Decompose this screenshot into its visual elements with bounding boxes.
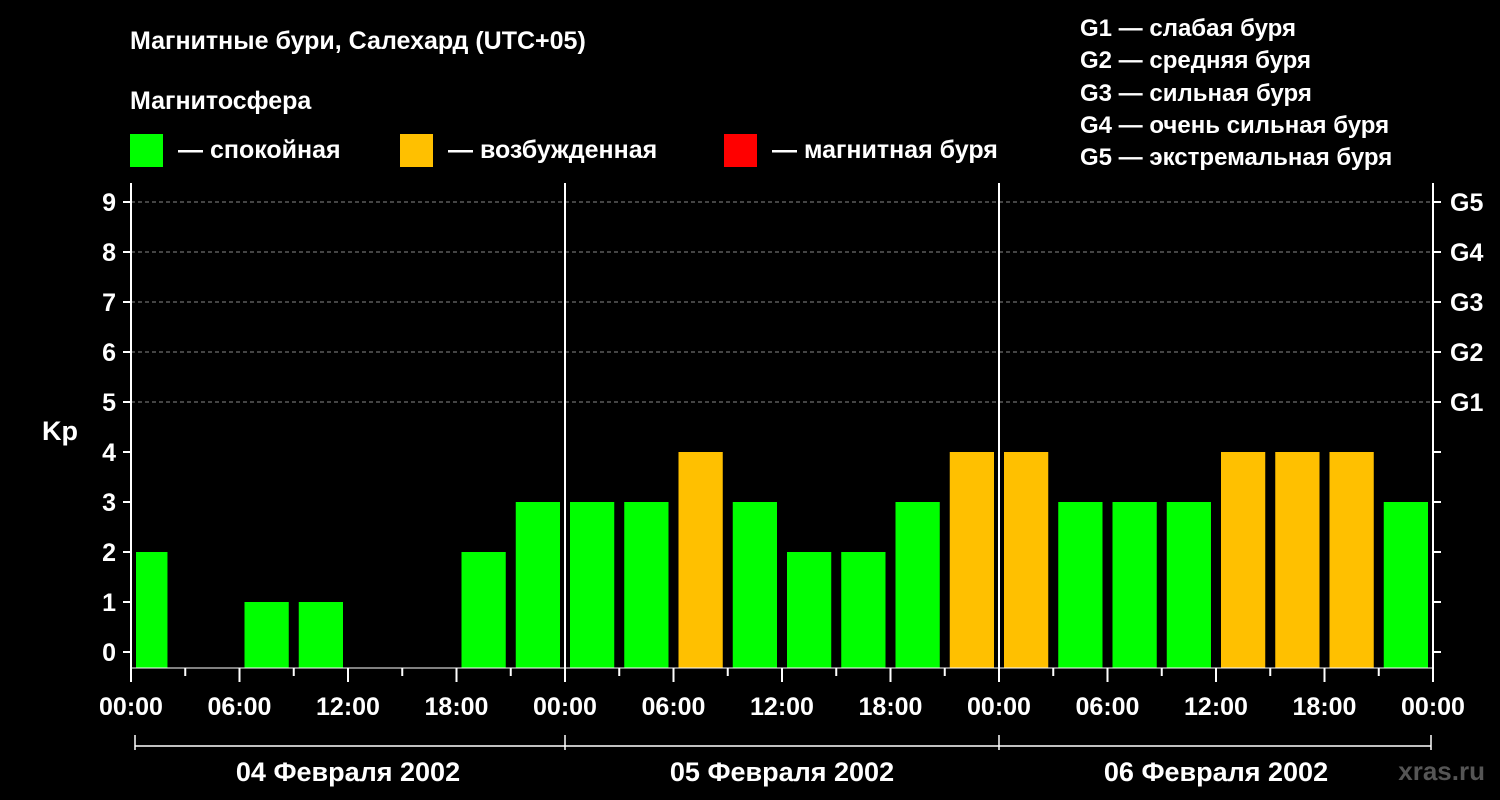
g-legend-g5: G5 — экстремальная буря	[1080, 144, 1392, 171]
kp-bar	[298, 602, 343, 668]
x-tick-label: 00:00	[1401, 693, 1465, 721]
x-tick-label: 06:00	[1076, 693, 1140, 721]
kp-bar	[624, 502, 669, 668]
x-tick-label: 00:00	[99, 693, 163, 721]
g-tick-label: G3	[1450, 289, 1483, 317]
kp-bar	[515, 502, 560, 668]
kp-bar	[841, 552, 886, 668]
plot-area: 0 1 2 3 4 5 6 7 8 9 G1 G2 G3 G4 G5 00:00 06:00 12:00 18:00…	[99, 183, 1483, 787]
g-legend-g4: G4 — очень сильная буря	[1080, 112, 1389, 139]
kp-bar	[244, 602, 289, 668]
legend-label-quiet: — спокойная	[178, 136, 341, 164]
kp-bar	[136, 552, 168, 668]
y-tick-label: 3	[102, 489, 116, 517]
kp-bar	[1004, 452, 1049, 668]
y-tick-label: 9	[102, 189, 116, 217]
kp-bar	[461, 552, 506, 668]
kp-bar	[1383, 502, 1428, 668]
y-tick-label: 1	[102, 589, 116, 617]
kp-chart: Магнитные бури, Салехард (UTC+05) Магнит…	[42, 15, 1485, 787]
y-tick-label: 2	[102, 539, 116, 567]
g-legend-g2: G2 — средняя буря	[1080, 47, 1311, 74]
y-tick-label: 7	[102, 289, 116, 317]
day-label: 06 Февраля 2002	[1104, 757, 1328, 787]
kp-bar	[1166, 502, 1211, 668]
kp-bar	[1221, 452, 1266, 668]
legend-label-storm: — магнитная буря	[772, 136, 998, 164]
day-label: 05 Февраля 2002	[670, 757, 894, 787]
legend-swatch-quiet	[130, 134, 163, 167]
y-axis-label: Kp	[42, 416, 78, 446]
x-tick-label: 12:00	[316, 693, 380, 721]
g-tick-label: G5	[1450, 189, 1483, 217]
x-tick-label: 00:00	[533, 693, 597, 721]
watermark: xras.ru	[1398, 756, 1485, 786]
kp-bar	[678, 452, 723, 668]
x-tick-label: 12:00	[750, 693, 814, 721]
legend-title: Магнитосфера	[130, 87, 312, 115]
legend-label-excited: — возбужденная	[448, 136, 657, 164]
x-tick-label: 06:00	[642, 693, 706, 721]
chart-title: Магнитные бури, Салехард (UTC+05)	[130, 27, 586, 55]
kp-bar	[895, 502, 940, 668]
y-tick-label: 8	[102, 239, 116, 267]
x-tick-label: 00:00	[967, 693, 1031, 721]
y-tick-label: 5	[102, 389, 116, 417]
y-tick-label: 6	[102, 339, 116, 367]
kp-bar	[1275, 452, 1320, 668]
x-tick-label: 06:00	[208, 693, 272, 721]
x-tick-label: 18:00	[425, 693, 489, 721]
g-legend-g1: G1 — слабая буря	[1080, 15, 1296, 42]
kp-bar	[570, 502, 615, 668]
kp-bar	[787, 552, 832, 668]
legend-swatch-storm	[724, 134, 757, 167]
day-label: 04 Февраля 2002	[236, 757, 460, 787]
y-tick-label: 4	[102, 439, 116, 467]
g-legend-g3: G3 — сильная буря	[1080, 80, 1312, 107]
g-tick-label: G2	[1450, 339, 1483, 367]
kp-bar	[732, 502, 777, 668]
legend-swatch-excited	[400, 134, 433, 167]
x-tick-label: 18:00	[1293, 693, 1357, 721]
y-tick-label: 0	[102, 639, 116, 667]
x-tick-label: 18:00	[859, 693, 923, 721]
kp-bar	[1058, 502, 1103, 668]
kp-bar	[1329, 452, 1374, 668]
g-tick-label: G1	[1450, 389, 1483, 417]
x-tick-label: 12:00	[1184, 693, 1248, 721]
kp-bar	[949, 452, 994, 668]
g-tick-label: G4	[1450, 239, 1483, 267]
kp-bar	[1112, 502, 1157, 668]
